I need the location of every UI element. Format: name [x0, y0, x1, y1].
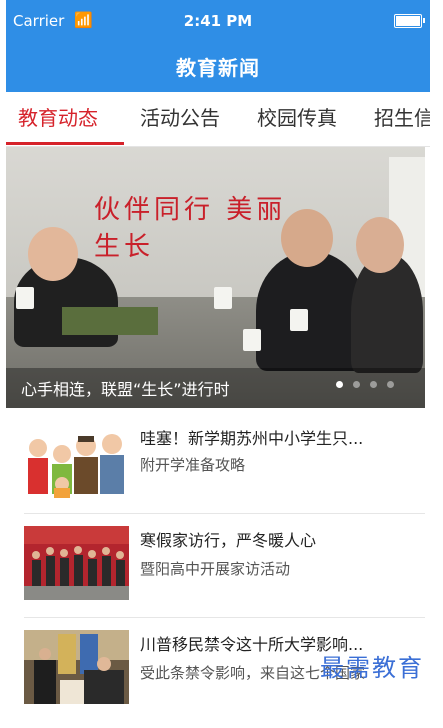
students-cartoon-icon	[24, 424, 129, 498]
news-subtitle: 附开学准备攻略	[140, 456, 246, 474]
carousel-dot[interactable]	[353, 381, 360, 388]
banner-person-head	[28, 227, 78, 281]
news-subtitle: 暨阳高中开展家访活动	[140, 560, 291, 578]
status-bar: Carrier 📶 2:41 PM	[6, 0, 430, 38]
banner-cup	[214, 287, 232, 309]
news-thumbnail	[24, 526, 129, 600]
banner-cup	[290, 309, 308, 331]
news-thumbnail	[24, 424, 129, 498]
status-time: 2:41 PM	[183, 12, 253, 30]
carousel-dot[interactable]	[370, 381, 377, 388]
office-photo-icon	[24, 630, 129, 704]
active-tab-indicator	[6, 142, 124, 145]
banner-person	[256, 251, 366, 371]
banner-wall-sign: 伙伴同行 美丽生长	[94, 195, 287, 262]
banner-cup	[16, 287, 34, 309]
carousel-dot-active[interactable]	[336, 381, 343, 388]
banner-person-head	[281, 209, 333, 267]
nav-bar: 教育新闻	[6, 38, 430, 92]
banner-person-head	[356, 217, 404, 273]
banner-cup	[243, 329, 261, 351]
news-title: 哇塞！新学期苏州中小学生只...	[140, 429, 364, 448]
group-photo-icon	[24, 526, 129, 600]
tab-education-news[interactable]: 教育动态	[18, 102, 98, 131]
banner-carousel[interactable]: 伙伴同行 美丽生长 心手相连，联盟“生长”进行时	[6, 147, 425, 408]
tab-campus-news[interactable]: 校园传真	[257, 102, 337, 131]
tab-admissions[interactable]: 招生信	[374, 102, 430, 131]
news-title: 寒假家访行，严冬暖人心	[140, 531, 317, 550]
watermark-logo: 最需教育	[320, 654, 424, 682]
news-item[interactable]: 寒假家访行，严冬暖人心 暨阳高中开展家访活动	[6, 514, 425, 624]
tab-activity-notice[interactable]: 活动公告	[140, 102, 220, 131]
banner-caption: 心手相连，联盟“生长”进行时	[21, 380, 230, 399]
banner-books	[62, 307, 158, 335]
page-title: 教育新闻	[176, 56, 260, 80]
battery-icon	[394, 14, 425, 28]
news-item[interactable]: 哇塞！新学期苏州中小学生只... 附开学准备攻略	[6, 408, 425, 518]
news-thumbnail	[24, 630, 129, 704]
carousel-dot[interactable]	[387, 381, 394, 388]
category-tabs: 教育动态 活动公告 校园传真 招生信	[6, 92, 430, 147]
